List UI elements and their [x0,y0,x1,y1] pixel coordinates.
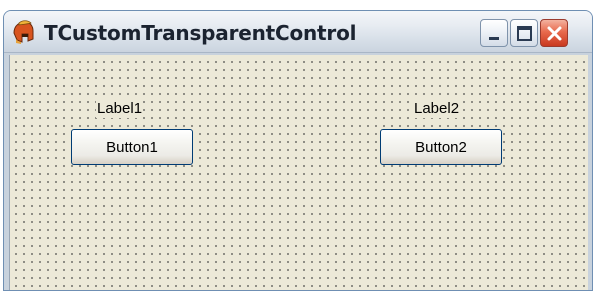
window-title: TCustomTransparentControl [44,21,357,45]
button2[interactable]: Button2 [380,129,502,165]
minimize-button[interactable] [480,19,508,47]
close-button[interactable] [540,19,568,47]
minimize-icon [489,37,499,40]
label1[interactable]: Label1 [96,100,144,118]
close-icon [547,26,562,41]
form-design-surface[interactable]: Label1 Label2 Button1 Button2 [9,55,588,290]
maximize-button[interactable] [510,19,538,47]
label2[interactable]: Label2 [413,100,461,118]
title-bar[interactable]: TCustomTransparentControl [4,11,592,53]
delphi-helmet-icon[interactable] [10,19,36,45]
maximize-icon [517,26,532,41]
app-window: TCustomTransparentControl Label1 Label2 … [3,10,593,291]
button1[interactable]: Button1 [71,129,193,165]
